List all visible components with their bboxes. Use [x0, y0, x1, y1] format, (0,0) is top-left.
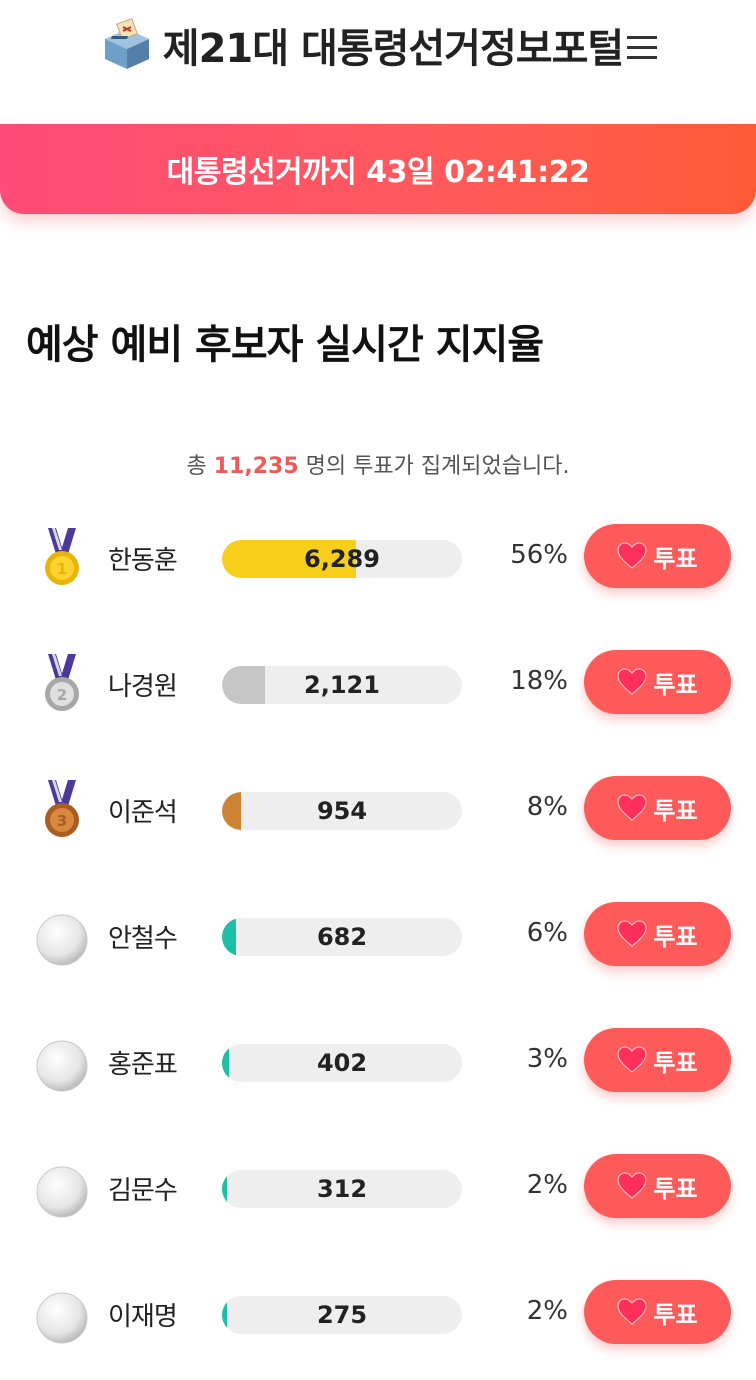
vote-bar: 2,121 — [222, 666, 462, 704]
vote-button[interactable]: 투표 — [584, 902, 731, 966]
vote-count: 682 — [316, 923, 368, 951]
vote-button[interactable]: 투표 — [584, 1028, 731, 1092]
bronze-medal-icon: 3 — [45, 780, 79, 837]
heart-icon — [617, 1298, 647, 1325]
silver-medal-icon: 2 — [45, 654, 79, 711]
candidate-row: 홍준표 402 3% 투표 — [0, 1028, 756, 1094]
countdown-text: 대통령선거까지 43일 02:41:22 — [166, 155, 590, 190]
heart-icon — [617, 1172, 647, 1199]
vote-percent: 6% — [526, 918, 568, 948]
vote-button[interactable]: 투표 — [584, 1280, 731, 1344]
candidate-name: 김문수 — [108, 1176, 178, 1206]
candidate-row: 이재명 275 2% 투표 — [0, 1280, 756, 1346]
vote-bar: 6,289 — [222, 540, 462, 578]
vote-button-label: 투표 — [653, 1300, 698, 1329]
heart-icon — [617, 1046, 647, 1073]
total-votes: 총 11,235 명의 투표가 집계되었습니다. — [0, 448, 756, 480]
gold-medal-icon: 1 — [45, 528, 79, 585]
vote-count: 6,289 — [304, 545, 380, 573]
vote-button-label: 투표 — [653, 670, 698, 699]
vote-bar: 954 — [222, 792, 462, 830]
vote-button-label: 투표 — [653, 1174, 698, 1203]
vote-count: 312 — [316, 1175, 368, 1203]
menu-icon[interactable] — [627, 34, 658, 60]
candidate-name: 한동훈 — [108, 546, 178, 576]
svg-text:1: 1 — [57, 560, 67, 578]
vote-button-label: 투표 — [653, 1048, 698, 1077]
vote-button[interactable]: 투표 — [584, 1154, 731, 1218]
ballot-box-icon — [104, 18, 149, 69]
vote-percent: 18% — [510, 666, 568, 696]
candidate-row: 3 이준석 954 8% 투표 — [0, 776, 756, 842]
vote-bar: 275 — [222, 1296, 462, 1334]
svg-text:3: 3 — [57, 812, 67, 830]
vote-percent: 8% — [526, 792, 568, 822]
countdown-banner: 대통령선거까지 43일 02:41:22 — [0, 124, 756, 214]
site-title: 제21대 대통령선거정보포털 — [162, 26, 624, 72]
heart-icon — [617, 542, 647, 569]
white-ball-icon — [36, 1040, 88, 1092]
vote-bar: 402 — [222, 1044, 462, 1082]
vote-count: 402 — [316, 1049, 368, 1077]
white-ball-icon — [36, 1166, 88, 1218]
white-ball-icon — [36, 914, 88, 966]
vote-percent: 2% — [526, 1170, 568, 1200]
candidate-row: 1 한동훈 6,289 56% 투표 — [0, 524, 756, 590]
candidate-name: 안철수 — [108, 924, 178, 954]
vote-bar: 682 — [222, 918, 462, 956]
total-suffix: 명의 투표가 집계되었습니다. — [298, 454, 570, 479]
candidate-row: 김문수 312 2% 투표 — [0, 1154, 756, 1220]
heart-icon — [617, 794, 647, 821]
heart-icon — [617, 668, 647, 695]
vote-count: 2,121 — [304, 671, 380, 699]
vote-bar: 312 — [222, 1170, 462, 1208]
vote-percent: 56% — [510, 540, 568, 570]
total-prefix: 총 — [186, 454, 214, 479]
vote-percent: 2% — [526, 1296, 568, 1326]
vote-button-label: 투표 — [653, 922, 698, 951]
candidate-name: 이준석 — [108, 798, 178, 828]
vote-button[interactable]: 투표 — [584, 650, 731, 714]
candidate-name: 이재명 — [108, 1302, 178, 1332]
candidate-row: 2 나경원 2,121 18% 투표 — [0, 650, 756, 716]
total-count: 11,235 — [213, 454, 299, 479]
vote-percent: 3% — [526, 1044, 568, 1074]
candidate-name: 나경원 — [108, 672, 178, 702]
vote-button[interactable]: 투표 — [584, 776, 731, 840]
svg-text:2: 2 — [57, 686, 67, 704]
vote-count: 275 — [316, 1301, 368, 1329]
vote-count: 954 — [316, 797, 368, 825]
candidate-row: 안철수 682 6% 투표 — [0, 902, 756, 968]
section-title: 예상 예비 후보자 실시간 지지율 — [26, 322, 544, 368]
header: 제21대 대통령선거정보포털 — [0, 0, 756, 90]
white-ball-icon — [36, 1292, 88, 1344]
heart-icon — [617, 920, 647, 947]
vote-button-label: 투표 — [653, 544, 698, 573]
vote-button-label: 투표 — [653, 796, 698, 825]
candidate-name: 홍준표 — [108, 1050, 178, 1080]
vote-button[interactable]: 투표 — [584, 524, 731, 588]
